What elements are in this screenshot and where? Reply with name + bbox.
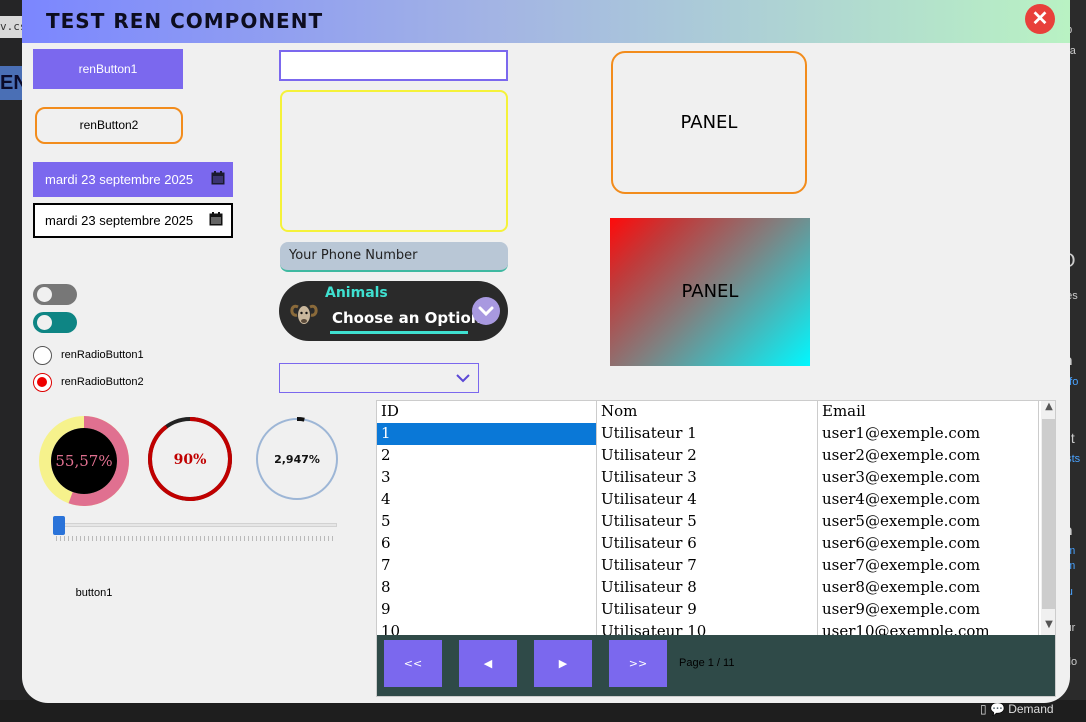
date-picker-1[interactable]: mardi 23 septembre 2025 [33, 162, 233, 197]
radio-button-1-label[interactable]: renRadioButton1 [61, 349, 144, 361]
gauge-label: 90% [174, 452, 207, 468]
chevron-down-icon[interactable] [455, 373, 471, 383]
table-cell[interactable]: 7 [377, 555, 597, 577]
date-picker-2-value: mardi 23 septembre 2025 [45, 213, 194, 228]
toggle-switch-2[interactable] [33, 312, 77, 333]
next-page-button[interactable]: ▶ [534, 640, 592, 687]
chevron-down-icon[interactable] [472, 297, 500, 325]
table-row[interactable]: 9 Utilisateur 9 user9@exemple.com [377, 599, 1039, 622]
table-cell[interactable]: 1 [377, 423, 597, 445]
table-cell[interactable]: Utilisateur 2 [597, 445, 818, 467]
gauge-label: 55,57% [55, 452, 112, 470]
data-grid[interactable]: ID Nom Email 1 Utilisateur 1 user1@exemple… [376, 400, 1056, 697]
calendar-icon[interactable] [209, 212, 223, 226]
table-row[interactable]: 1 Utilisateur 1 user1@exemple.com [377, 423, 1039, 446]
gauge-label: 2,947% [274, 453, 320, 466]
panel-gradient: PANEL [610, 218, 810, 366]
column-header-nom[interactable]: Nom [597, 401, 818, 423]
status-label: Demand [1008, 702, 1054, 716]
ren-button-1[interactable]: renButton1 [33, 49, 183, 89]
toggle-knob [37, 287, 52, 302]
title-bar[interactable]: TEST REN COMPONENT ✕ [22, 0, 1070, 43]
table-row[interactable]: 7 Utilisateur 7 user7@exemple.com [377, 555, 1039, 578]
radio-button-2[interactable] [33, 373, 52, 392]
ren-button-2[interactable]: renButton2 [35, 107, 183, 144]
gauge-arc [296, 417, 305, 422]
circular-progress-3: 2,947% [256, 417, 338, 500]
table-cell[interactable]: 3 [377, 467, 597, 489]
table-cell[interactable]: Utilisateur 4 [597, 489, 818, 511]
ram-icon [290, 304, 318, 324]
calendar-icon[interactable] [211, 171, 225, 185]
table-cell[interactable]: user2@exemple.com [818, 445, 1039, 467]
table-row[interactable]: 2 Utilisateur 2 user2@exemple.com [377, 445, 1039, 468]
vertical-scrollbar[interactable]: ▲ ▼ [1041, 401, 1055, 635]
table-cell[interactable]: Utilisateur 7 [597, 555, 818, 577]
table-cell[interactable]: 2 [377, 445, 597, 467]
table-row[interactable]: 5 Utilisateur 5 user5@exemple.com [377, 511, 1039, 534]
text-input-1[interactable] [279, 50, 508, 81]
table-cell[interactable]: 8 [377, 577, 597, 599]
animals-dropdown[interactable]: Animals Choose an Option [279, 281, 508, 341]
table-cell[interactable]: 5 [377, 511, 597, 533]
table-cell[interactable]: Utilisateur 5 [597, 511, 818, 533]
multiline-text-box[interactable] [280, 90, 508, 232]
scrollbar-thumb[interactable] [1042, 419, 1055, 609]
table-cell[interactable]: user5@exemple.com [818, 511, 1039, 533]
page-indicator: Page 1 / 11 [679, 657, 735, 669]
column-header-email[interactable]: Email [818, 401, 1039, 423]
toggle-knob [37, 315, 52, 330]
button-1[interactable]: button1 [44, 581, 144, 605]
scroll-down-icon[interactable]: ▼ [1041, 619, 1055, 630]
previous-page-button[interactable]: ◀ [459, 640, 517, 687]
grid-header-row: ID Nom Email [377, 401, 1039, 424]
window-title: TEST REN COMPONENT [46, 9, 324, 33]
animals-underline [330, 331, 468, 334]
phone-number-input[interactable]: Your Phone Number [280, 242, 508, 272]
animals-title: Animals [325, 285, 388, 301]
table-cell[interactable]: Utilisateur 3 [597, 467, 818, 489]
radio-dot [37, 377, 47, 387]
slider-ticks [56, 536, 336, 541]
date-picker-2[interactable]: mardi 23 septembre 2025 [33, 203, 233, 238]
table-cell[interactable]: 9 [377, 599, 597, 621]
table-cell[interactable]: user4@exemple.com [818, 489, 1039, 511]
background-status-text: ▯ 💬 Demand [980, 702, 1054, 716]
last-page-button[interactable]: >> [609, 640, 667, 687]
grid-pager: << ◀ ▶ >> Page 1 / 11 [377, 635, 1055, 696]
table-cell[interactable]: Utilisateur 6 [597, 533, 818, 555]
table-row[interactable]: 4 Utilisateur 4 user4@exemple.com [377, 489, 1039, 512]
combo-box[interactable] [279, 363, 479, 393]
radio-button-2-label[interactable]: renRadioButton2 [61, 376, 144, 388]
table-cell[interactable]: Utilisateur 1 [597, 423, 818, 445]
circular-progress-1: 55,57% [39, 416, 129, 506]
toggle-switch-1[interactable] [33, 284, 77, 305]
background-status-bar [0, 700, 1086, 722]
form-window: TEST REN COMPONENT ✕ renButton1 renButto… [22, 0, 1070, 703]
table-cell[interactable]: Utilisateur 8 [597, 577, 818, 599]
circular-progress-2: 90% [148, 417, 232, 501]
table-cell[interactable]: user1@exemple.com [818, 423, 1039, 445]
date-picker-1-value: mardi 23 septembre 2025 [45, 172, 194, 187]
close-button[interactable]: ✕ [1025, 4, 1055, 34]
table-cell[interactable]: user6@exemple.com [818, 533, 1039, 555]
table-row[interactable]: 3 Utilisateur 3 user3@exemple.com [377, 467, 1039, 490]
table-row[interactable]: 6 Utilisateur 6 user6@exemple.com [377, 533, 1039, 556]
table-cell[interactable]: user9@exemple.com [818, 599, 1039, 621]
slider-track[interactable] [56, 523, 337, 527]
table-cell[interactable]: 6 [377, 533, 597, 555]
table-row[interactable]: 8 Utilisateur 8 user8@exemple.com [377, 577, 1039, 600]
scroll-up-icon[interactable]: ▲ [1041, 401, 1055, 412]
table-cell[interactable]: user3@exemple.com [818, 467, 1039, 489]
table-cell[interactable]: user8@exemple.com [818, 577, 1039, 599]
table-cell[interactable]: Utilisateur 9 [597, 599, 818, 621]
slider-thumb[interactable] [53, 516, 65, 535]
column-header-id[interactable]: ID [377, 401, 597, 423]
first-page-button[interactable]: << [384, 640, 442, 687]
table-cell[interactable]: user7@exemple.com [818, 555, 1039, 577]
animals-selected-value: Choose an Option [332, 309, 482, 327]
radio-button-1[interactable] [33, 346, 52, 365]
table-cell[interactable]: 4 [377, 489, 597, 511]
panel-rounded: PANEL [611, 51, 807, 194]
